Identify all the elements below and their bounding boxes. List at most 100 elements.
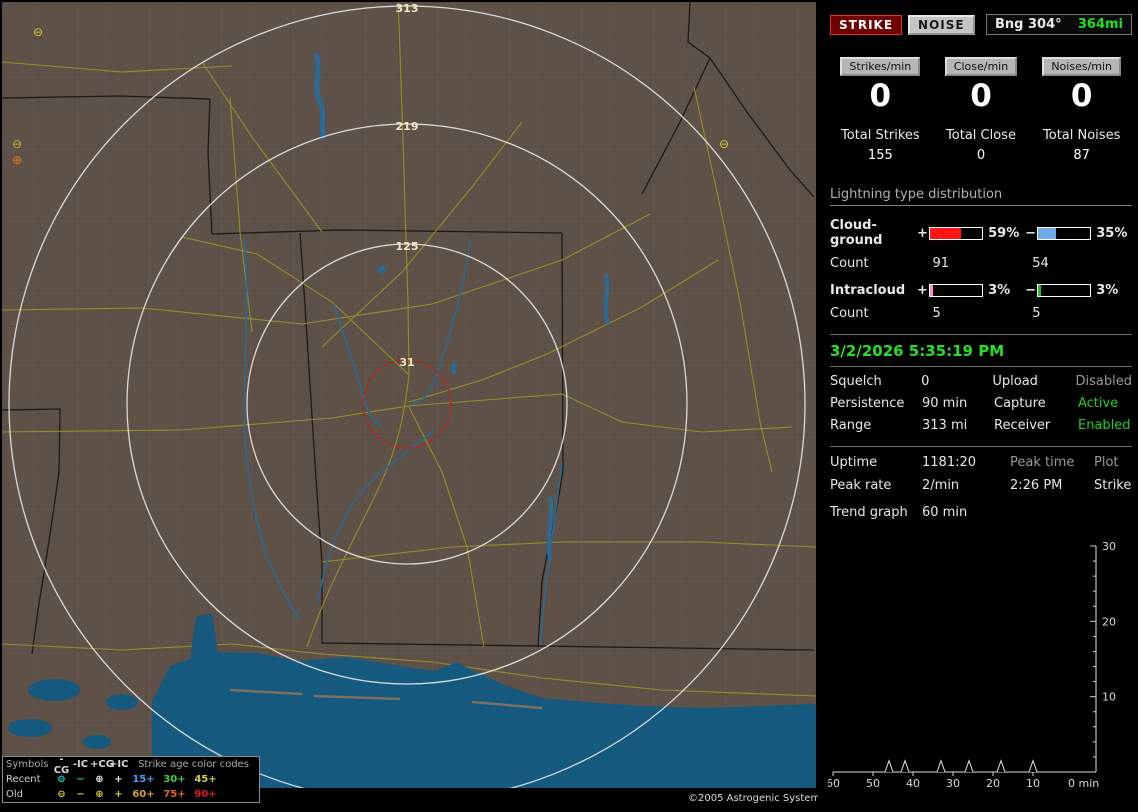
noises-per-min-button[interactable]: Noises/min: [1042, 57, 1122, 76]
legend-header-row: Symbols -CG -IC +CG +IC Strike age color…: [3, 754, 259, 776]
capture-label: Capture: [994, 396, 1046, 411]
range-row: Range 313 mi Receiver Enabled: [830, 418, 1132, 433]
uptime-value: 1181:20: [922, 455, 977, 470]
count-label: Count: [830, 306, 869, 321]
trend-dynamic-elements: 60 50 40 30 20 10 0 min 10 20 30: [826, 540, 1116, 790]
age-75: 75+: [163, 789, 186, 800]
minus-sign: −: [1025, 283, 1037, 298]
stormvue-app: 313 219 125 31 ⊖ ⊖ ⊕ ⊖ Symbols -CG -IC +…: [0, 0, 1138, 812]
strike-symbol-icon: ⊖: [12, 137, 22, 151]
old-neg-cg-icon: ⊖: [57, 789, 66, 800]
old-pos-ic-icon: +: [114, 789, 123, 800]
svg-text:40: 40: [906, 777, 920, 790]
svg-text:20: 20: [1102, 615, 1116, 628]
svg-text:10: 10: [1026, 777, 1040, 790]
recent-pos-cg-icon: ⊕: [95, 774, 104, 785]
persistence-row: Persistence 90 min Capture Active: [830, 396, 1132, 411]
cg-negative-bar-fill: [1038, 227, 1057, 239]
ic-positive-bar-fill: [930, 285, 934, 296]
ring-label-125: 125: [396, 240, 419, 253]
plus-sign: +: [916, 283, 928, 298]
legend-recent-label: Recent: [6, 774, 41, 785]
peak-time-value: 2:26 PM: [1010, 478, 1063, 493]
settings-grid: Squelch 0 Upload Disabled Persistence 90…: [830, 374, 1132, 433]
trend-chart-canvas: 60 50 40 30 20 10 0 min 10 20 30: [826, 540, 1116, 790]
cloud-ground-row: Cloud-ground + 59% − 35%: [830, 218, 1132, 248]
total-close-value: 0: [976, 148, 986, 163]
copyright-text: ©2005 Astrogenic Systems: [688, 793, 826, 804]
count-label: Count: [830, 256, 869, 271]
close-per-min-value: 0: [970, 78, 992, 114]
cg-positive-count: 91: [932, 256, 950, 271]
age-15: 15+: [132, 774, 155, 785]
bearing-label: Bng 304°: [995, 17, 1062, 32]
receiver-label: Receiver: [994, 418, 1051, 433]
noises-per-min-column: Noises/min 0 Total Noises 87: [1031, 57, 1132, 163]
total-noises-label: Total Noises: [1043, 128, 1121, 143]
close-per-min-button[interactable]: Close/min: [944, 57, 1018, 76]
total-close-label: Total Close: [946, 128, 1016, 143]
lightning-map[interactable]: 313 219 125 31 ⊖ ⊖ ⊕ ⊖ Symbols -CG -IC +…: [0, 0, 825, 812]
receiver-status: Enabled: [1078, 418, 1131, 433]
svg-text:30: 30: [1102, 540, 1116, 553]
squelch-row: Squelch 0 Upload Disabled: [830, 374, 1132, 389]
ic-negative-pct: 3%: [1096, 283, 1119, 298]
recent-neg-ic-icon: −: [76, 774, 85, 785]
svg-text:30: 30: [946, 777, 960, 790]
legend-old-row: Old ⊖ − ⊕ + 60+ 75+ 90+: [3, 787, 259, 802]
age-60: 60+: [132, 789, 155, 800]
strike-symbol-icon: ⊖: [719, 137, 729, 151]
separator: [830, 366, 1132, 367]
ic-positive-pct: 3%: [988, 283, 1011, 298]
cg-positive-bar: [929, 226, 984, 240]
trend-graph-label: Trend graph: [830, 505, 908, 520]
upload-label: Upload: [992, 374, 1038, 389]
strikes-per-min-button[interactable]: Strikes/min: [840, 57, 921, 76]
capture-status: Active: [1078, 396, 1119, 411]
cg-negative-count: 54: [1032, 256, 1049, 271]
intracloud-row: Intracloud + 3% − 3%: [830, 283, 1132, 298]
separator: [830, 446, 1132, 447]
svg-text:0 min: 0 min: [1068, 777, 1099, 790]
legend-recent-row: Recent ⊖ − ⊕ + 15+ 30+ 45+: [3, 772, 259, 787]
total-strikes-label: Total Strikes: [841, 128, 920, 143]
ic-positive-count: 5: [932, 306, 941, 321]
ring-label-31: 31: [399, 356, 414, 369]
strike-symbol-icon: ⊕: [12, 153, 22, 167]
squelch-label: Squelch: [830, 374, 882, 389]
rate-counters: Strikes/min 0 Total Strikes 155 Close/mi…: [830, 57, 1132, 163]
persistence-value: 90 min: [922, 396, 968, 411]
map-canvas: 313 219 125 31 ⊖ ⊖ ⊕ ⊖: [2, 2, 816, 788]
peak-time-header: Peak time: [1010, 455, 1075, 470]
svg-text:60: 60: [828, 777, 840, 790]
svg-text:50: 50: [866, 777, 880, 790]
legend-col--ic: -IC: [72, 759, 89, 770]
ic-positive-bar: [929, 284, 984, 297]
trend-graph-value: 60 min: [922, 505, 968, 520]
range-value: 313 mi: [922, 418, 968, 433]
persistence-label: Persistence: [830, 396, 905, 411]
cg-positive-bar-fill: [930, 227, 961, 239]
svg-text:20: 20: [986, 777, 1000, 790]
noise-button[interactable]: NOISE: [908, 14, 975, 35]
strike-symbol-icon: ⊖: [33, 25, 43, 39]
intracloud-label: Intracloud: [830, 283, 906, 298]
cg-positive-pct: 59%: [988, 225, 1020, 241]
intracloud-count-row: Count 5 5: [830, 306, 1132, 321]
age-45: 45+: [194, 774, 217, 785]
total-strikes-value: 155: [867, 148, 893, 163]
distribution-title: Lightning type distribution: [830, 187, 1132, 206]
peak-rate-row: Peak rate 2/min 2:26 PM Strike: [830, 478, 1132, 493]
age-30: 30+: [163, 774, 186, 785]
close-per-min-column: Close/min 0 Total Close 0: [931, 57, 1032, 163]
legend-col-+ic: +IC: [109, 759, 129, 770]
cloud-ground-label: Cloud-ground: [830, 218, 883, 248]
bearing-display: Bng 304° 364mi: [986, 14, 1132, 35]
total-noises-value: 87: [1073, 148, 1090, 163]
bearing-value: 364mi: [1077, 17, 1123, 32]
cg-negative-pct: 35%: [1096, 225, 1128, 241]
panel-top-bar: STRIKE NOISE Bng 304° 364mi: [830, 14, 1132, 35]
strike-button[interactable]: STRIKE: [830, 14, 903, 35]
datetime-display: 3/2/2026 5:35:19 PM: [830, 342, 1005, 360]
noises-per-min-value: 0: [1070, 78, 1093, 114]
